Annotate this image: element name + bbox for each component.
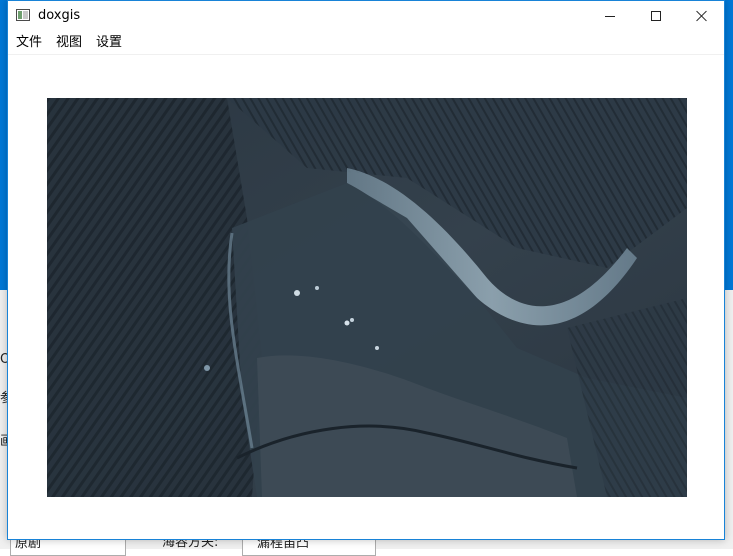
map-canvas[interactable] xyxy=(8,55,724,539)
maximize-icon xyxy=(651,11,661,21)
close-button[interactable] xyxy=(679,1,725,31)
menu-settings[interactable]: 设置 xyxy=(89,31,129,54)
app-icon xyxy=(16,9,30,21)
close-icon xyxy=(696,10,708,22)
imagery-spot xyxy=(315,286,319,290)
satellite-image-render xyxy=(47,98,687,497)
maximize-button[interactable] xyxy=(633,1,679,31)
title-bar[interactable]: doxgis xyxy=(8,1,724,31)
imagery-spot xyxy=(375,346,379,350)
imagery-spot xyxy=(294,290,300,296)
menu-view[interactable]: 视图 xyxy=(49,31,89,54)
menu-file[interactable]: 文件 xyxy=(9,31,49,54)
imagery-spot xyxy=(344,320,350,326)
app-window: doxgis 文件 视图 设置 xyxy=(7,0,725,540)
minimize-icon xyxy=(605,15,615,17)
menu-bar: 文件 视图 设置 xyxy=(8,31,724,55)
minimize-button[interactable] xyxy=(587,1,633,31)
satellite-image[interactable] xyxy=(47,98,687,497)
window-title: doxgis xyxy=(38,8,81,23)
imagery-spot xyxy=(204,365,210,371)
imagery-spot xyxy=(350,318,354,322)
